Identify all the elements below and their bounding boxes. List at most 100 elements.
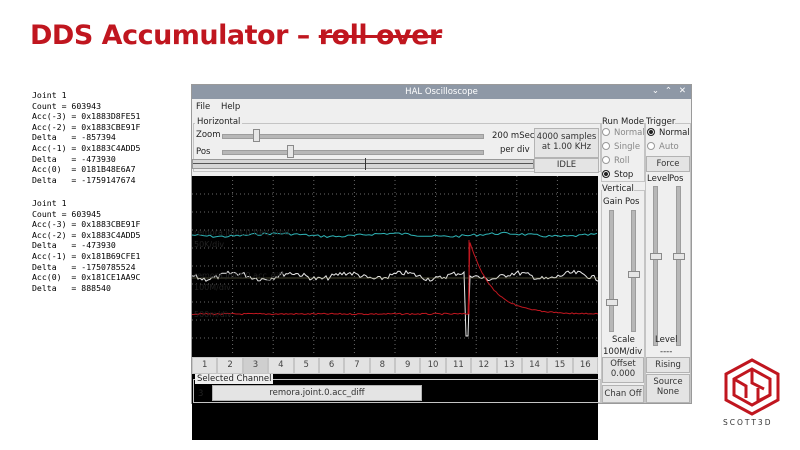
hal-oscilloscope-window: HAL Oscilloscope ⌄ ⌃ ✕ File Help Horizon… [191, 84, 692, 440]
channel-tab-6[interactable]: 6 [318, 357, 345, 374]
trigger-level-slider[interactable] [653, 186, 658, 346]
zoom-slider-handle[interactable] [253, 129, 261, 142]
dump1-line: Count = 603943 [32, 100, 102, 111]
trace-2-name: remora.joint.0.acc_diff [194, 271, 284, 280]
channel-tab-9[interactable]: 9 [395, 357, 421, 374]
dump2-line: Delta = -1750785524 [32, 261, 136, 272]
run-mode-option-label: Stop [614, 170, 634, 180]
slide-title-main: DDS Accumulator – [30, 20, 319, 51]
dump1-line: Delta = -473930 [32, 153, 116, 164]
channel-tab-12[interactable]: 12 [471, 357, 497, 374]
trace-3-scale: 500m/div [194, 310, 232, 319]
channel-tab-4[interactable]: 4 [268, 357, 294, 374]
trace-1-scale: 50K/div [194, 240, 225, 249]
channel-tab-15[interactable]: 15 [547, 357, 573, 374]
run-mode-label: Run Mode [602, 117, 645, 127]
dump2-line: Joint 1 [32, 198, 67, 208]
dump1-line: Acc(-2) = 0x1883CBE91F [32, 121, 141, 132]
channel-tab-10[interactable]: 10 [420, 357, 446, 374]
run-mode-option-roll[interactable]: Roll [602, 155, 630, 166]
minimize-icon[interactable]: ⌄ [652, 86, 659, 96]
zoom-slider[interactable] [222, 134, 484, 139]
dump1-line: Joint 1 [32, 90, 67, 100]
trigger-option-label: Auto [659, 142, 679, 152]
dump1-line: Acc(0) = 0181B48E6A7 [32, 164, 136, 175]
channel-tab-16[interactable]: 16 [572, 357, 598, 374]
run-mode-option-stop[interactable]: Stop [602, 169, 634, 180]
offset-label: Offset [610, 359, 636, 369]
radio-icon [602, 127, 610, 136]
slide-title: DDS Accumulator – roll over [30, 20, 442, 51]
vertical-label: Vertical [602, 184, 634, 194]
trigger-source-button[interactable]: Source None [646, 374, 690, 403]
run-mode-option-single[interactable]: Single [602, 141, 640, 152]
trigger-level-value: ---- [660, 347, 673, 357]
offset-button[interactable]: Offset 0.000 [602, 357, 644, 383]
maximize-icon[interactable]: ⌃ [665, 86, 672, 96]
dump2-line: Delta = 888540 [32, 282, 111, 293]
dump2-line: Count = 603945 [32, 208, 102, 219]
vertical-gain-handle[interactable] [606, 299, 618, 306]
trigger-level-caption: Level [655, 335, 678, 345]
selected-channel-label: Selected Channel [195, 374, 274, 384]
dump2-line: Acc(-3) = 0x1883CBE91F [32, 219, 141, 230]
channel-tab-3[interactable]: 3 [242, 357, 269, 374]
status-display: IDLE [534, 158, 599, 173]
radio-icon [602, 155, 610, 164]
menu-help[interactable]: Help [221, 102, 240, 112]
dump1-line: Acc(-3) = 0x1883D8FE51 [32, 111, 141, 122]
dump1-line: Acc(-1) = 0x1883C4ADD5 [32, 142, 141, 153]
horizontal-pos-handle[interactable] [287, 145, 294, 158]
channel-tab-14[interactable]: 14 [521, 357, 548, 374]
dump1-line: Delta = -857394 [32, 132, 116, 143]
selected-channel-name[interactable]: remora.joint.0.acc_diff [212, 385, 422, 401]
vertical-pos-label: Pos [625, 197, 640, 207]
scale-value: 100M/div [603, 347, 643, 357]
channel-tabs: 1 2 3 4 5 6 7 8 9 10 11 12 13 14 15 16 [192, 357, 598, 374]
trigger-option-normal[interactable]: Normal [647, 127, 690, 138]
channel-tab-7[interactable]: 7 [344, 357, 370, 374]
record-position-bar[interactable] [192, 158, 534, 170]
channel-tab-8[interactable]: 8 [369, 357, 395, 374]
samples-display: 4000 samples at 1.00 KHz [534, 128, 599, 158]
trigger-option-label: Normal [659, 128, 690, 138]
radio-icon [647, 127, 655, 136]
run-mode-option-normal[interactable]: Normal [602, 127, 645, 138]
channel-tab-11[interactable]: 11 [445, 357, 472, 374]
radio-icon [602, 169, 610, 178]
trigger-edge-button[interactable]: Rising [646, 357, 690, 373]
trigger-level-handle[interactable] [650, 253, 662, 260]
window-title: HAL Oscilloscope [405, 87, 478, 97]
selected-channel-number: 3 [198, 389, 204, 399]
trigger-option-auto[interactable]: Auto [647, 141, 679, 152]
force-button[interactable]: Force [646, 156, 690, 172]
pos-label: Pos [196, 147, 211, 157]
dump2-line: Acc(-2) = 0x1883C4ADD5 [32, 229, 141, 240]
menu-file[interactable]: File [196, 102, 210, 112]
channel-tab-1[interactable]: 1 [192, 357, 218, 374]
vertical-gain-slider[interactable] [609, 210, 614, 332]
vertical-gain-label: Gain [603, 197, 623, 207]
radio-icon [647, 141, 655, 150]
trace-2-scale: 100M/div [194, 283, 231, 292]
offset-value: 0.000 [610, 369, 636, 379]
chan-off-button[interactable]: Chan Off [602, 385, 644, 403]
run-mode-option-label: Normal [614, 128, 645, 138]
horizontal-pos-slider[interactable] [222, 150, 484, 155]
run-mode-option-label: Roll [614, 156, 630, 166]
vertical-pos-handle[interactable] [628, 271, 640, 278]
trigger-level-label: Level [647, 174, 670, 184]
close-icon[interactable]: ✕ [679, 86, 686, 96]
trigger-pos-handle[interactable] [673, 253, 685, 260]
channel-tab-13[interactable]: 13 [496, 357, 522, 374]
scale-label: Scale [612, 335, 635, 345]
scott3d-logo [724, 358, 780, 416]
logo-text: SCOTT3D [723, 418, 773, 427]
trigger-source-value: None [656, 387, 680, 397]
sample-rate: at 1.00 KHz [541, 142, 592, 152]
trigger-source-label: Source [653, 377, 683, 387]
channel-tab-5[interactable]: 5 [293, 357, 319, 374]
channel-tab-2[interactable]: 2 [217, 357, 243, 374]
trigger-pos-slider[interactable] [676, 186, 681, 346]
window-titlebar[interactable]: HAL Oscilloscope ⌄ ⌃ ✕ [192, 85, 691, 99]
